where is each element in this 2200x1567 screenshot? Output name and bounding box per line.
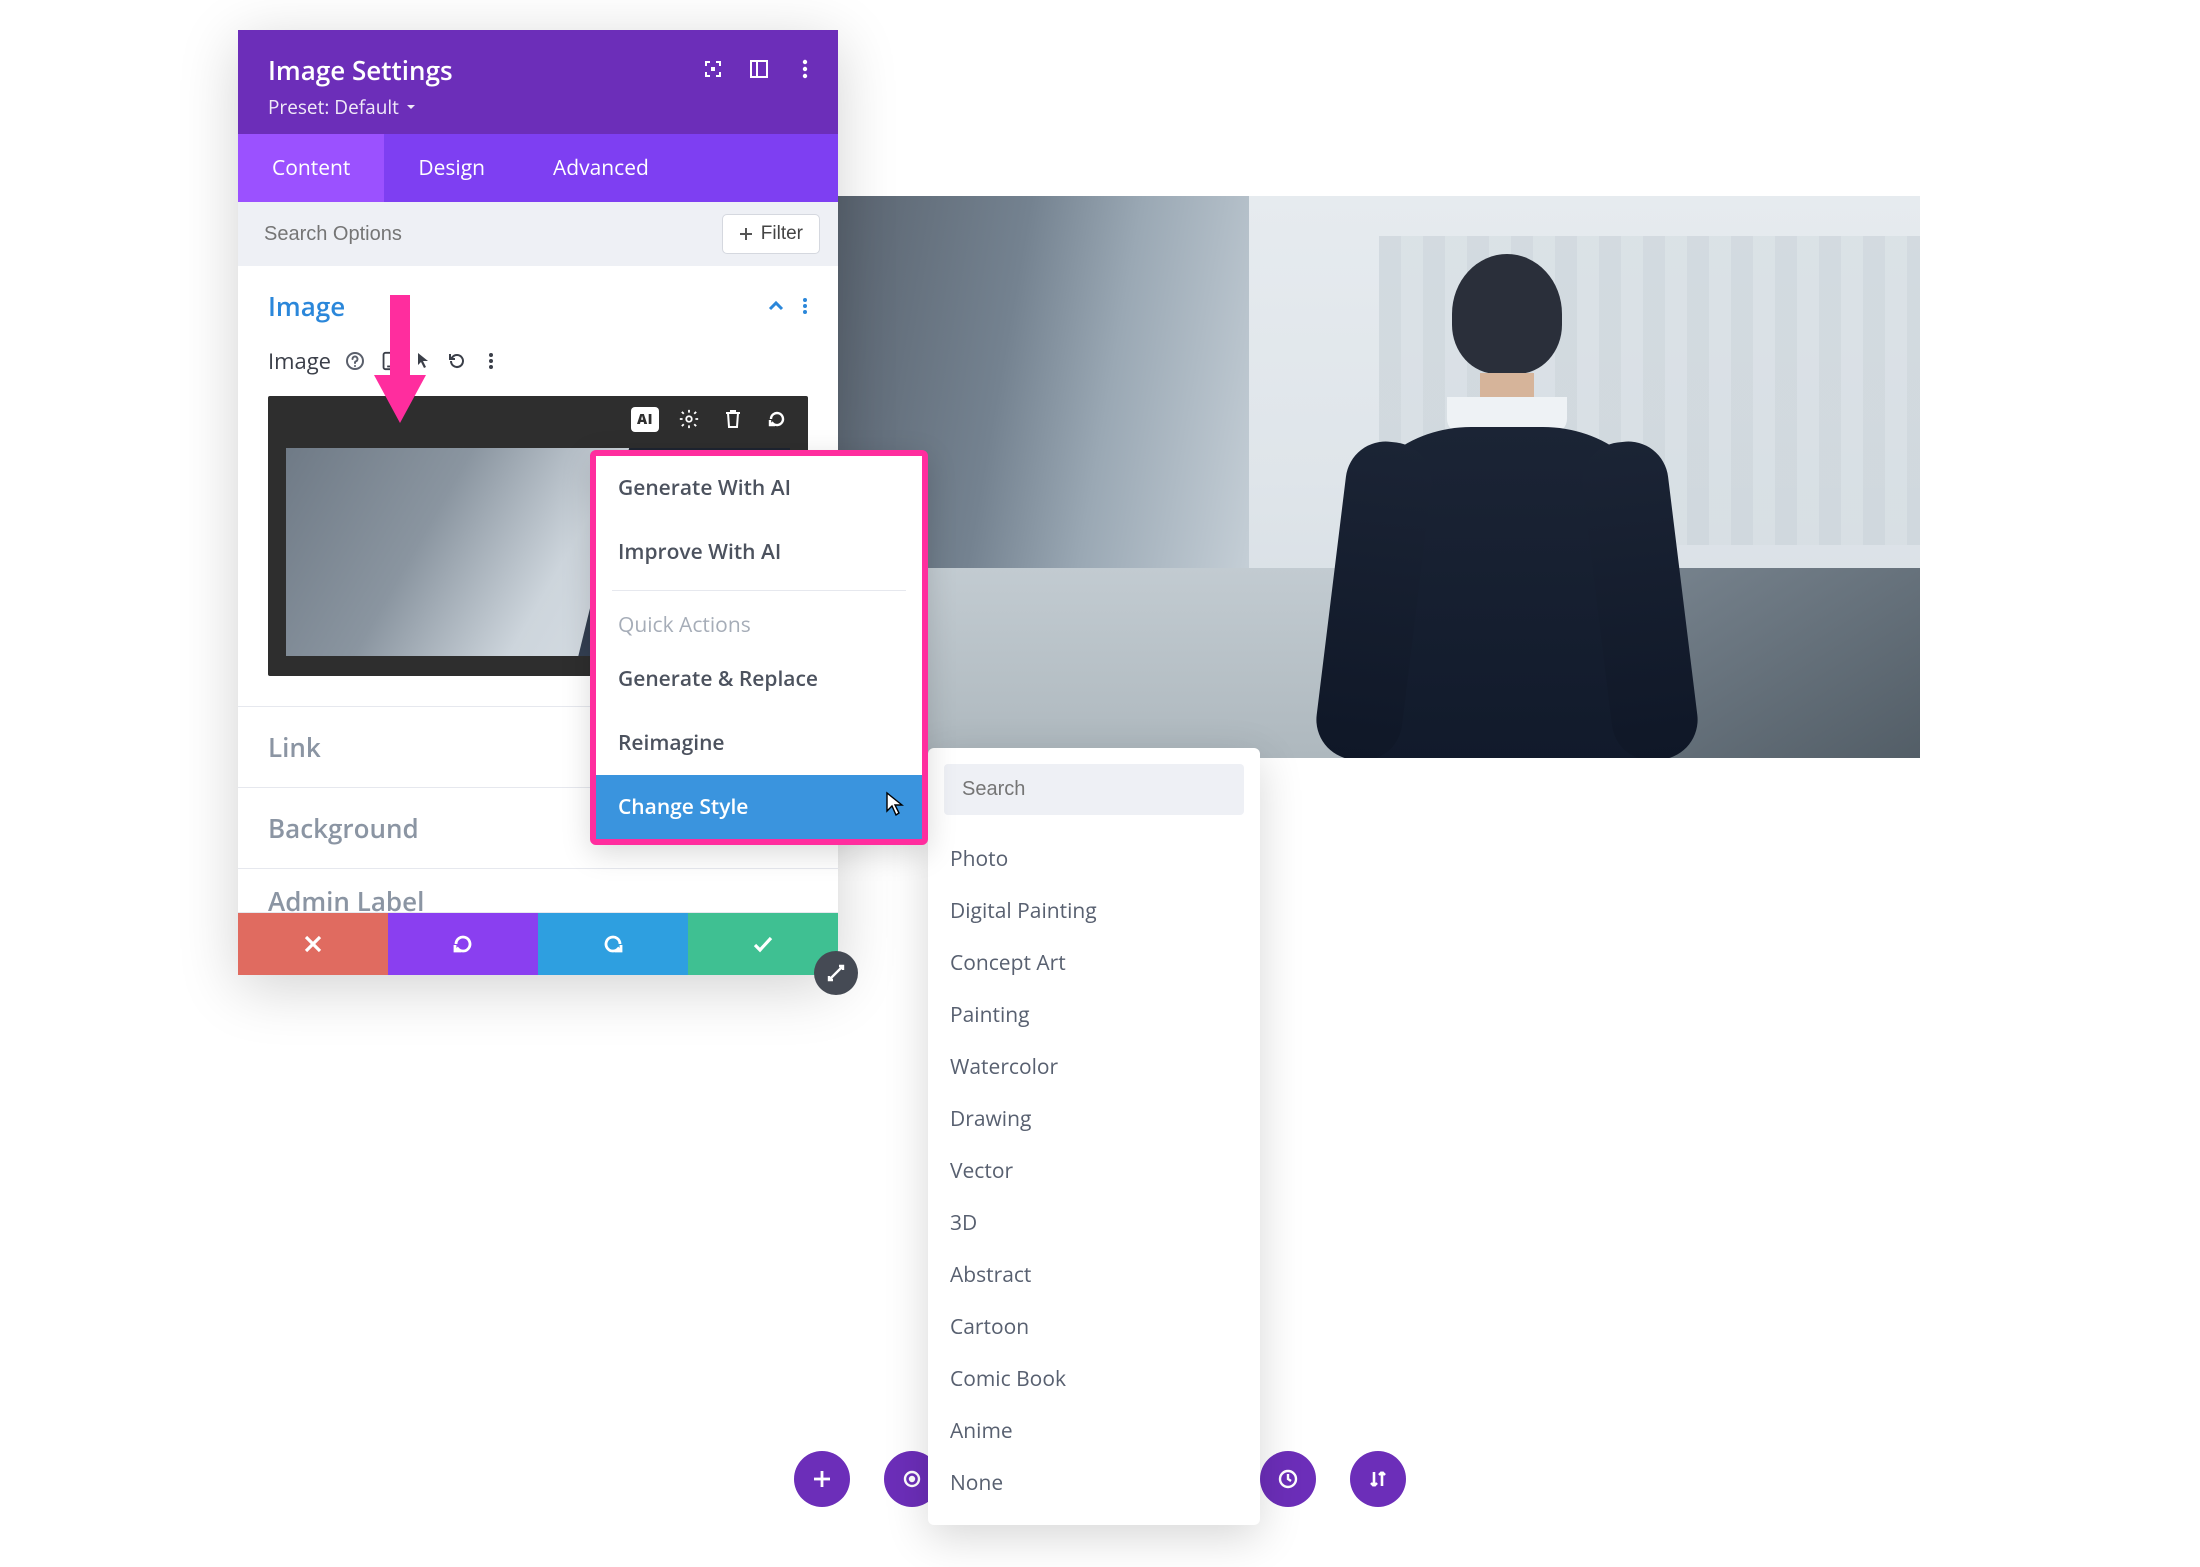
style-option[interactable]: None [944,1457,1244,1509]
style-option[interactable]: Photo [944,833,1244,885]
style-option[interactable]: Vector [944,1145,1244,1197]
panel-layout-icon[interactable] [748,58,770,80]
focus-icon[interactable] [702,58,724,80]
more-icon[interactable] [794,58,816,80]
ai-generate-replace-item[interactable]: Generate & Replace [596,647,922,711]
tab-advanced[interactable]: Advanced [519,134,683,202]
style-option[interactable]: Watercolor [944,1041,1244,1093]
preview-toolbar: AI [632,406,790,432]
resize-handle[interactable] [814,951,858,995]
filter-button[interactable]: Filter [722,214,820,254]
style-option[interactable]: Drawing [944,1093,1244,1145]
section-more-icon[interactable] [802,296,808,316]
style-option[interactable]: Anime [944,1405,1244,1457]
section-admin-label-header[interactable]: Admin Label [238,869,838,913]
cancel-button[interactable] [238,913,388,975]
image-field-label: Image [268,346,331,376]
style-option[interactable]: Digital Painting [944,885,1244,937]
cursor-icon [884,791,906,817]
style-option[interactable]: Concept Art [944,937,1244,989]
ai-dropdown: Generate With AI Improve With AI Quick A… [590,450,928,845]
undo-icon[interactable] [764,406,790,432]
reset-icon[interactable] [447,351,467,371]
help-icon[interactable] [345,351,365,371]
trash-icon[interactable] [720,406,746,432]
hero-man-figure [1357,254,1657,758]
style-option[interactable]: Cartoon [944,1301,1244,1353]
field-more-icon[interactable] [481,351,501,371]
ai-change-style-item[interactable]: Change Style [596,775,922,839]
gear-icon[interactable] [676,406,702,432]
search-input[interactable] [256,215,710,254]
history-button[interactable] [1260,1451,1316,1507]
search-row: Filter [238,202,838,266]
style-option[interactable]: Comic Book [944,1353,1244,1405]
tab-content[interactable]: Content [238,134,384,202]
section-admin-label: Admin Label [238,869,838,913]
add-button[interactable] [794,1451,850,1507]
ai-improve-item[interactable]: Improve With AI [596,520,922,584]
panel-footer [238,913,838,975]
undo-button[interactable] [388,913,538,975]
settings-tabs: Content Design Advanced [238,134,838,202]
swap-arrows-button[interactable] [1350,1451,1406,1507]
preset-selector[interactable]: Preset: Default [268,94,808,120]
page-hero-image [838,196,1920,758]
style-submenu: Photo Digital Painting Concept Art Paint… [928,748,1260,1525]
image-field-row: Image [238,346,838,396]
style-option[interactable]: Painting [944,989,1244,1041]
style-option[interactable]: Abstract [944,1249,1244,1301]
section-image-header[interactable]: Image [238,266,838,346]
panel-header: Image Settings Preset: Default [238,30,838,134]
ai-reimagine-item[interactable]: Reimagine [596,711,922,775]
ai-button[interactable]: AI [632,406,658,432]
quick-actions-label: Quick Actions [596,597,922,647]
ai-generate-item[interactable]: Generate With AI [596,456,922,520]
redo-button[interactable] [538,913,688,975]
annotation-arrow-icon [370,295,430,425]
style-option[interactable]: 3D [944,1197,1244,1249]
tab-design[interactable]: Design [384,134,519,202]
style-search-input[interactable] [944,764,1244,815]
chevron-up-icon [766,296,786,316]
